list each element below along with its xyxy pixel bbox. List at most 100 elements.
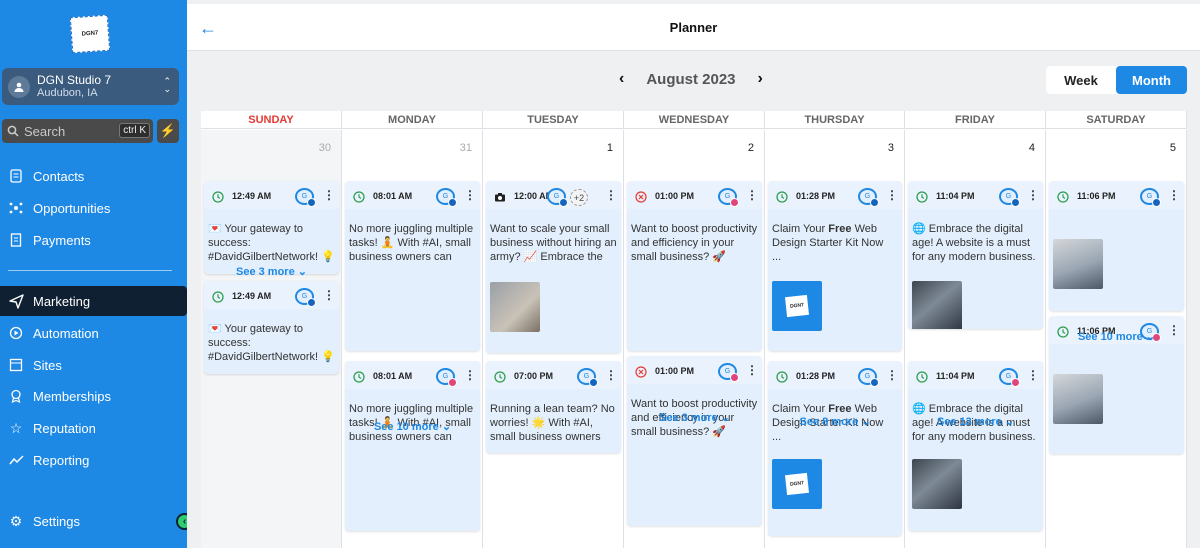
chevron-right-icon[interactable]: › (758, 70, 763, 88)
more-options-icon[interactable]: ⋮ (1027, 188, 1039, 202)
more-options-icon[interactable]: ⋮ (746, 188, 758, 202)
more-options-icon[interactable]: ⋮ (746, 363, 758, 377)
reporting-icon (8, 452, 24, 468)
payments-icon (8, 232, 24, 248)
sidebar-item-automation[interactable]: Automation (0, 318, 187, 348)
search-icon (7, 125, 19, 137)
see-more-link[interactable]: See 10 more ⌄ (342, 420, 483, 433)
see-more-link[interactable]: See 3 more ⌄ (624, 411, 765, 424)
more-options-icon[interactable]: ⋮ (1168, 188, 1180, 202)
sidebar-item-label: Automation (33, 325, 99, 341)
sidebar: DGN7 DGN Studio 7 Audubon, IA ⌃ ⌄ Search … (0, 0, 193, 548)
more-options-icon[interactable]: ⋮ (605, 188, 617, 202)
post-card-header (1049, 181, 1184, 209)
post-text: Running a lean team? No worries! 🌟 With … (490, 403, 615, 443)
post-card[interactable]: 01:00 PM G ⋮ Want to boost productivity and… (627, 356, 762, 526)
post-card-header (204, 181, 339, 209)
chevron-left-icon: ‹ (182, 516, 187, 527)
post-card[interactable]: 11:06 PM G ⋮ (1049, 181, 1184, 311)
day-cell[interactable]: 3 01:28 PM G ⋮ Claim Your Free Web Design St… (765, 130, 905, 548)
more-options-icon[interactable]: ⋮ (1027, 368, 1039, 382)
post-image-thumbnail[interactable] (1053, 374, 1103, 424)
clock-icon (494, 370, 506, 383)
post-card[interactable]: 08:01 AM G ⋮ No more juggling multiple task… (345, 181, 480, 351)
post-image-thumbnail[interactable]: DGN7 (772, 281, 822, 331)
sidebar-item-reporting[interactable]: Reporting (0, 445, 187, 475)
see-more-label: See 10 more (1077, 331, 1143, 343)
post-image-thumbnail[interactable] (912, 459, 962, 509)
more-options-icon[interactable]: ⋮ (464, 368, 476, 382)
page-title: Planner (669, 20, 718, 35)
sidebar-item-memberships[interactable]: Memberships (0, 381, 187, 411)
lightning-icon: ⚡ (159, 123, 177, 138)
post-image-thumbnail[interactable] (490, 282, 540, 332)
more-options-icon[interactable]: ⋮ (464, 188, 476, 202)
chevron-left-icon[interactable]: ‹ (619, 70, 624, 88)
post-text: No more juggling multiple tasks! 🧘 With … (349, 223, 474, 263)
day-number: 1 (606, 142, 613, 154)
post-card[interactable]: 08:01 AM G ⋮ No more juggling multiple task… (345, 361, 480, 531)
brand-logo[interactable]: DGN7 (69, 14, 111, 54)
more-options-icon[interactable]: ⋮ (605, 368, 617, 382)
post-text-part: Claim Your (772, 403, 829, 415)
post-card[interactable]: 12:49 AM G ⋮ 💌 Your gateway to success: #Da… (204, 281, 339, 374)
day-cell[interactable]: 4 11:04 PM G ⋮ 🌐 Embrace the digital age! A … (905, 130, 1046, 548)
sidebar-item-sites[interactable]: Sites (0, 350, 187, 380)
more-options-icon[interactable]: ⋮ (886, 368, 898, 382)
post-text-bold: Free (828, 223, 852, 235)
sidebar-item-payments[interactable]: Payments (0, 225, 187, 255)
weekday-header: SUNDAY (201, 111, 342, 129)
weekday-header: SATURDAY (1046, 111, 1187, 129)
post-card[interactable]: 07:00 PM G ⋮ Running a lean team? No worrie… (486, 361, 621, 453)
day-number: 30 (318, 142, 331, 154)
more-options-icon[interactable]: ⋮ (323, 188, 335, 202)
social-network-badge-icon (307, 298, 316, 307)
sidebar-item-marketing[interactable]: Marketing (0, 286, 187, 316)
see-more-link[interactable]: See 3 more ⌄ (201, 265, 342, 278)
post-image-thumbnail[interactable] (912, 281, 962, 329)
post-text-ellipsis: ... (772, 251, 782, 263)
week-view-button[interactable]: Week (1046, 66, 1116, 94)
day-cell[interactable]: 2 01:00 PM G ⋮ Want to boost productivity an… (624, 130, 765, 548)
month-view-button[interactable]: Month (1116, 66, 1187, 94)
sidebar-item-settings[interactable]: ⚙ Settings (0, 506, 187, 536)
search-input[interactable]: Search ctrl K (2, 119, 153, 143)
month-navigator: ‹ August 2023 › (619, 70, 763, 88)
post-image-thumbnail[interactable]: DGN7 (772, 459, 822, 509)
logo-mark: DGN7 (785, 294, 809, 318)
post-card[interactable]: 11:04 PM G ⋮ 🌐 Embrace the digital age! A w… (908, 361, 1043, 531)
send-icon (8, 293, 24, 309)
more-options-icon[interactable]: ⋮ (886, 188, 898, 202)
quick-action-button[interactable]: ⚡ (157, 119, 179, 143)
sidebar-item-contacts[interactable]: Contacts (0, 161, 187, 191)
sidebar-item-label: Opportunities (33, 200, 111, 216)
post-card[interactable]: 01:28 PM G ⋮ Claim Your Free Web Design Sta… (768, 361, 902, 536)
day-cell[interactable]: 1 12:00 AM G +2 ⋮ Want to scale your small bu… (483, 130, 624, 548)
see-more-link[interactable]: See 10 more ⌄ (1046, 330, 1187, 343)
social-network-badge-icon (559, 198, 568, 207)
post-image-thumbnail[interactable] (1053, 239, 1103, 289)
see-more-link[interactable]: See 8 more ⌄ (765, 415, 905, 428)
post-card[interactable]: 11:04 PM G ⋮ 🌐 Embrace the digital age! A w… (908, 181, 1043, 329)
post-time: 11:04 PM (936, 371, 975, 381)
social-network-badge-icon (870, 198, 879, 207)
sidebar-item-opportunities[interactable]: Opportunities (0, 193, 187, 223)
post-card[interactable]: 12:00 AM G +2 ⋮ Want to scale your small bus… (486, 181, 621, 353)
day-cell[interactable]: 30 12:49 AM G ⋮ 💌 Your gateway to success: #… (201, 130, 342, 548)
account-switcher[interactable]: DGN Studio 7 Audubon, IA ⌃ ⌄ (2, 68, 179, 105)
month-label: August 2023 (646, 70, 736, 88)
sidebar-item-reputation[interactable]: ☆ Reputation (0, 413, 187, 443)
automation-icon (8, 325, 24, 341)
see-more-link[interactable]: See 13 more ⌄ (905, 415, 1046, 428)
post-card[interactable]: 01:00 PM G ⋮ Want to boost productivity and… (627, 181, 762, 351)
sidebar-item-label: Contacts (33, 168, 85, 184)
chevron-down-icon: ⌄ (1142, 331, 1156, 343)
location-avatar-icon (8, 75, 30, 98)
main-content: ← Planner ‹ August 2023 › Week Month SUN… (187, 0, 1200, 548)
post-card[interactable]: 01:28 PM G ⋮ Claim Your Free Web Design Sta… (768, 181, 902, 351)
more-options-icon[interactable]: ⋮ (323, 288, 335, 302)
day-cell[interactable]: 5 11:06 PM G ⋮ 11:06 PM G ⋮ See 10 more ⌄ (1046, 130, 1187, 548)
day-cell[interactable]: 31 08:01 AM G ⋮ No more juggling multiple ta… (342, 130, 483, 548)
social-network-badge-icon (1011, 378, 1020, 387)
post-card[interactable]: 12:49 AM G ⋮ 💌 Your gateway to success: #Da… (204, 181, 339, 274)
